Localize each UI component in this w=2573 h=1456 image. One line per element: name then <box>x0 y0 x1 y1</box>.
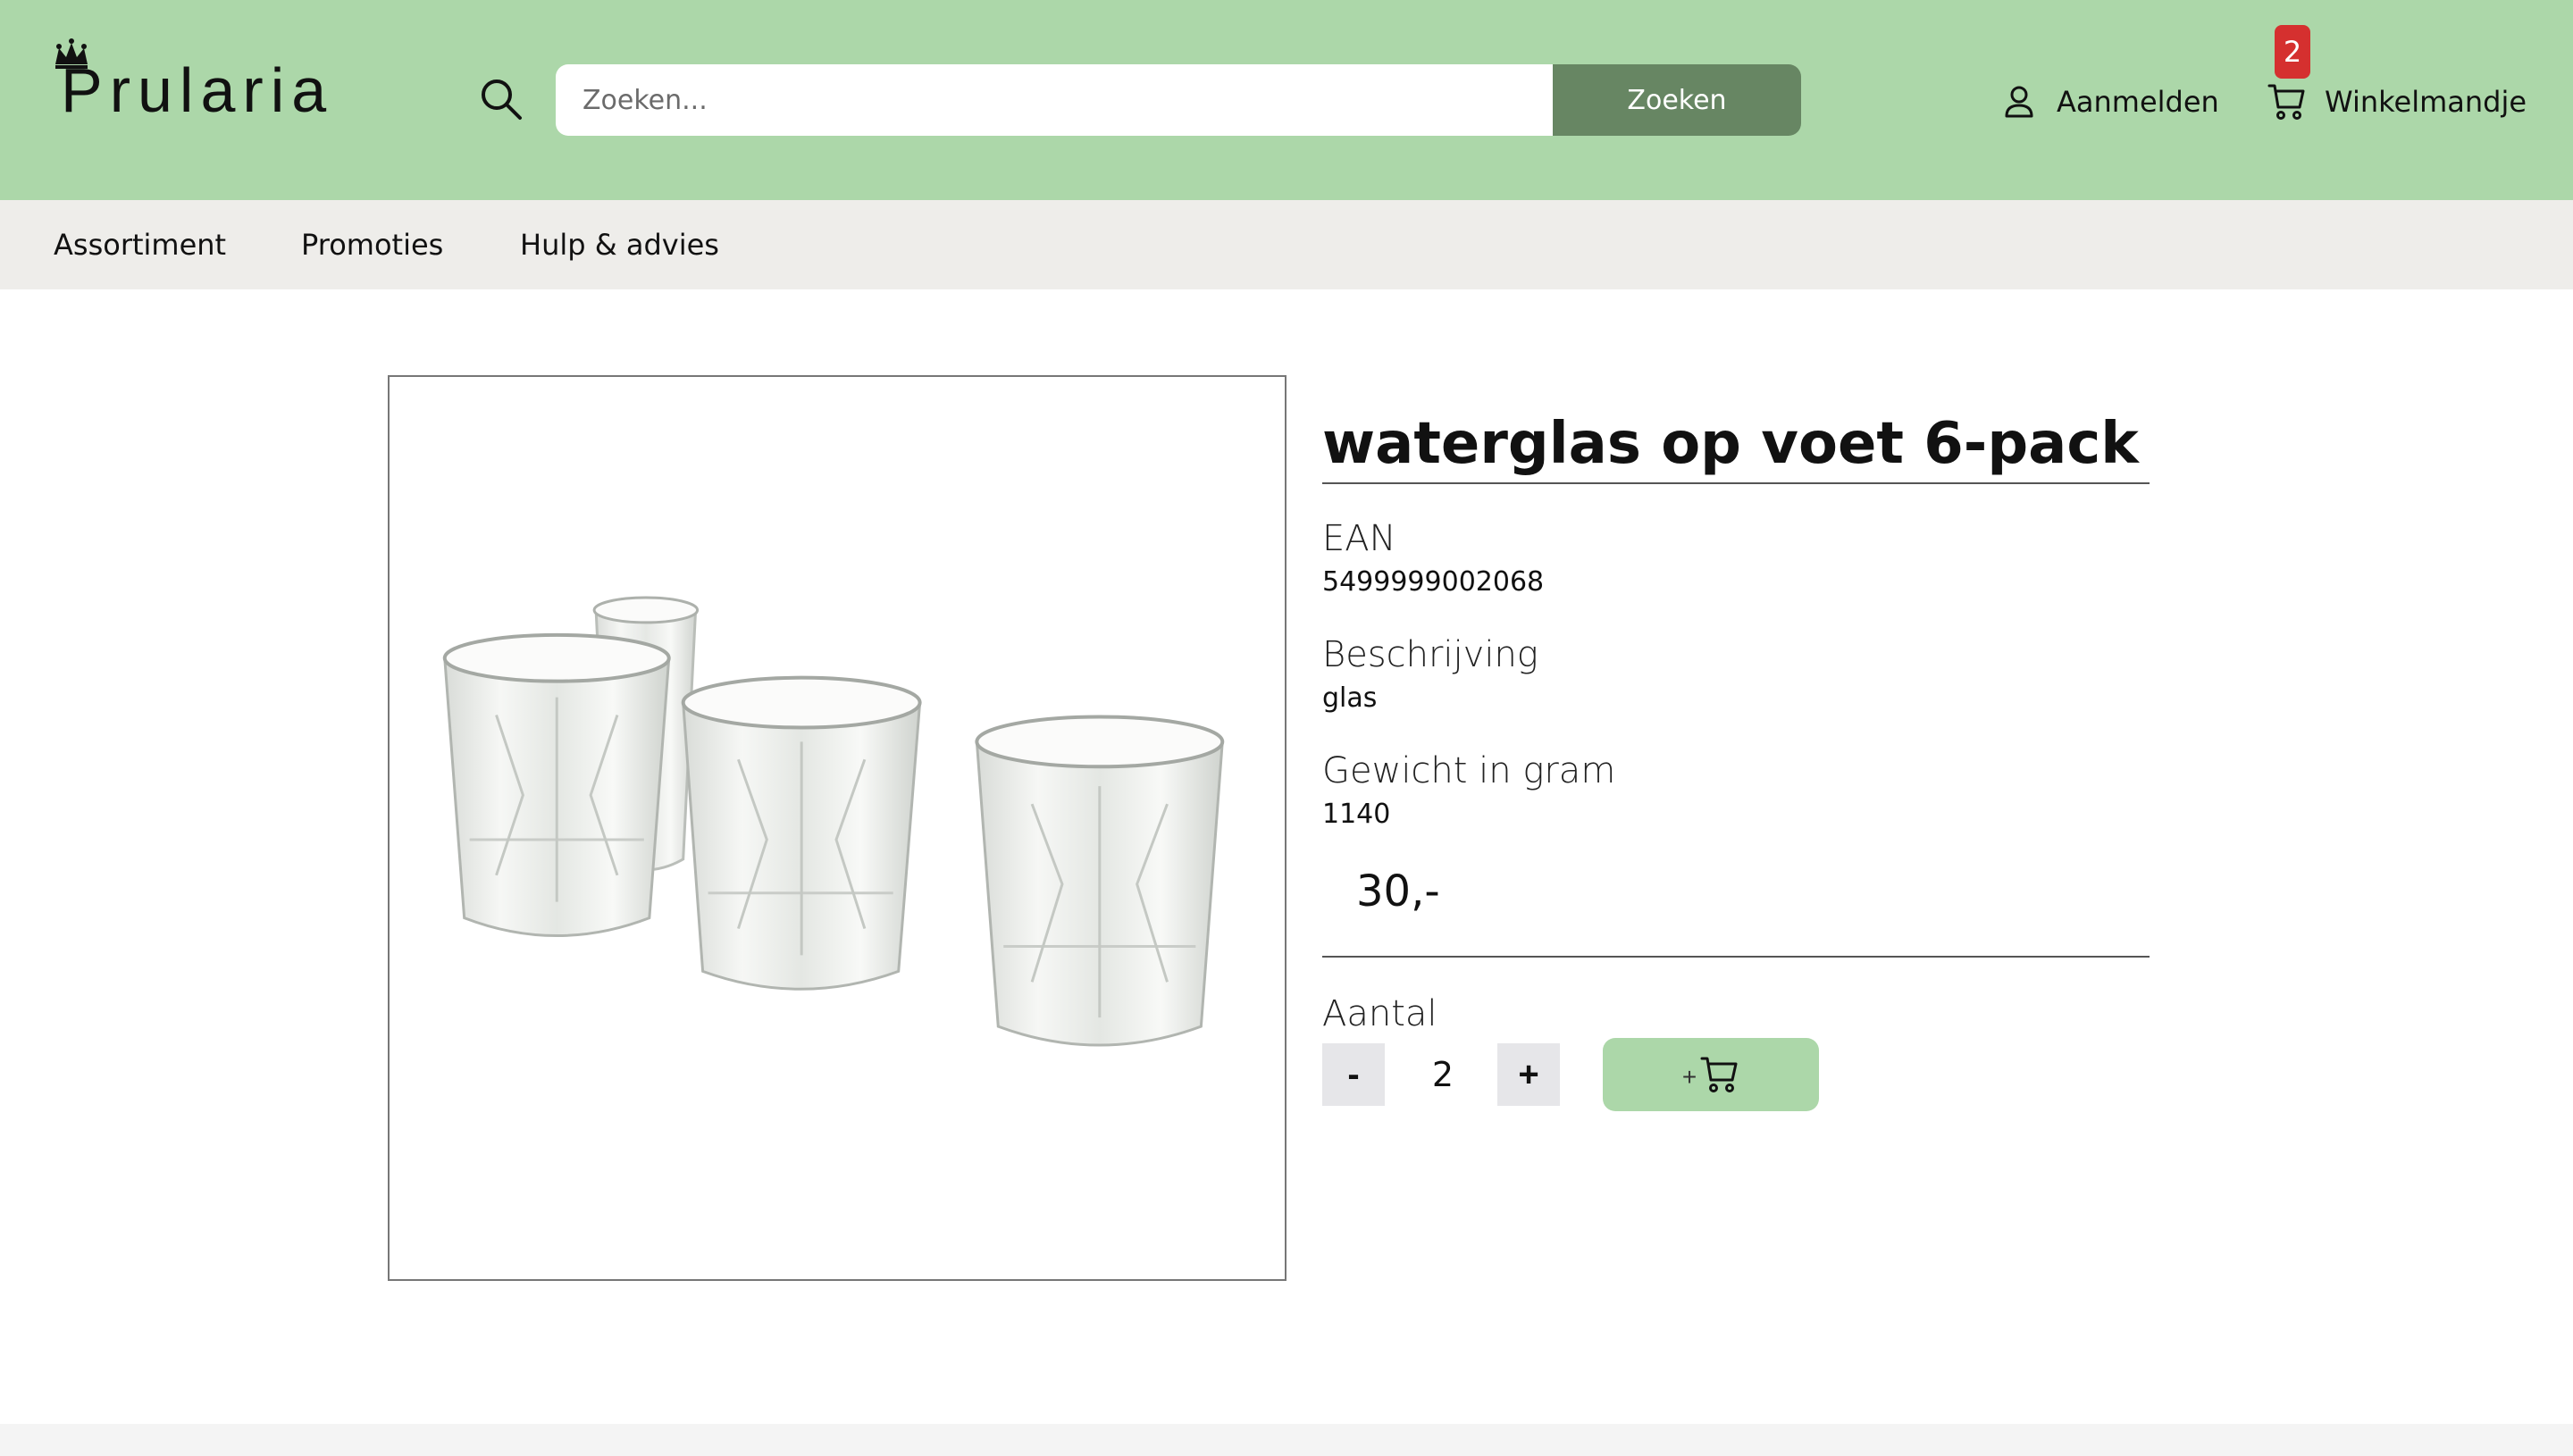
add-to-cart-button[interactable]: + <box>1603 1038 1819 1111</box>
search-input[interactable] <box>556 64 1555 136</box>
weight-value: 1140 <box>1322 799 1391 830</box>
description-value: glas <box>1322 682 1378 714</box>
weight-label: Gewicht in gram <box>1322 750 1616 791</box>
header: Prularia Zoeken Aanmelden 2 Winkelmandje <box>0 0 2573 200</box>
ean-label: EAN <box>1322 518 1396 559</box>
login-link[interactable]: Aanmelden <box>2001 80 2219 123</box>
nav-item-hulp-advies[interactable]: Hulp & advies <box>520 200 719 289</box>
glasses-illustration <box>442 596 1225 1047</box>
quantity-label: Aantal <box>1322 993 1437 1034</box>
title-divider <box>1322 482 2150 484</box>
add-plus-sign: + <box>1681 1063 1697 1091</box>
nav-item-assortiment[interactable]: Assortiment <box>54 200 226 289</box>
search-button[interactable]: Zoeken <box>1553 64 1801 136</box>
quantity-increase-button[interactable]: + <box>1497 1043 1560 1106</box>
quantity-decrease-button[interactable]: - <box>1322 1043 1385 1106</box>
price-divider <box>1322 956 2150 958</box>
product-price: 30,- <box>1356 866 1440 916</box>
footer <box>0 1424 2573 1456</box>
ean-value: 5499999002068 <box>1322 566 1545 598</box>
cart-icon <box>2267 84 2305 120</box>
brand-name: Prularia <box>61 55 334 125</box>
product-image <box>388 375 1286 1281</box>
quantity-input[interactable] <box>1403 1043 1483 1106</box>
main-nav: Assortiment Promoties Hulp & advies <box>0 200 2573 289</box>
description-label: Beschrijving <box>1322 634 1538 675</box>
cart-label: Winkelmandje <box>2325 85 2527 119</box>
login-label: Aanmelden <box>2057 85 2219 119</box>
nav-item-promoties[interactable]: Promoties <box>301 200 443 289</box>
cart-count-badge: 2 <box>2275 25 2310 79</box>
cart-link[interactable]: Winkelmandje <box>2267 80 2527 123</box>
logo[interactable]: Prularia <box>52 38 326 127</box>
user-icon <box>2005 86 2033 118</box>
product-title: waterglas op voet 6-pack <box>1322 411 2139 477</box>
search-icon[interactable] <box>479 77 524 121</box>
cart-icon <box>1700 1057 1738 1092</box>
